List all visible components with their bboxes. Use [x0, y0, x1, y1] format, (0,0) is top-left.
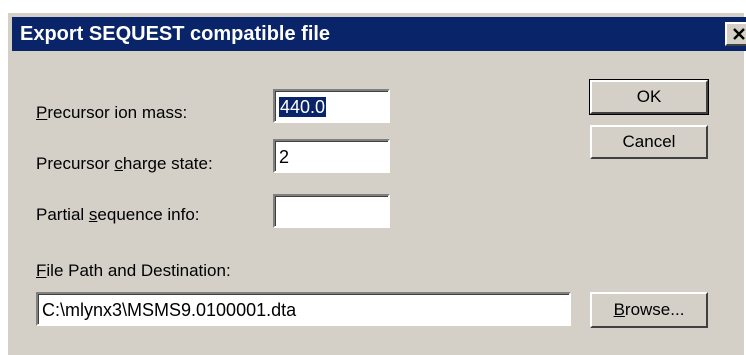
precursor-mass-value: 440.0 — [279, 97, 327, 117]
ok-button-label: OK — [636, 87, 662, 106]
precursor-mass-field[interactable]: 440.0 — [272, 88, 391, 124]
file-path-field[interactable]: C:\mlynx3\MSMS9.0100001.dta — [35, 291, 572, 327]
partial-sequence-field[interactable] — [272, 193, 391, 229]
title-bar[interactable]: Export SEQUEST compatible file — [12, 17, 746, 51]
partial-sequence-label: Partial sequence info: — [36, 205, 200, 224]
precursor-mass-label: Precursor ion mass: — [36, 103, 188, 122]
file-path-value: C:\mlynx3\MSMS9.0100001.dta — [42, 300, 297, 320]
browse-button-label: Browse... — [613, 300, 685, 319]
precursor-charge-value: 2 — [279, 147, 290, 167]
precursor-charge-field[interactable]: 2 — [272, 138, 391, 174]
export-dialog: Export SEQUEST compatible file Precursor… — [7, 12, 746, 355]
close-icon — [733, 28, 745, 40]
file-path-label: File Path and Destination: — [36, 261, 231, 280]
precursor-charge-label: Precursor charge state: — [36, 154, 213, 173]
dialog-title: Export SEQUEST compatible file — [20, 23, 331, 45]
close-button[interactable] — [725, 22, 746, 46]
cancel-button[interactable]: Cancel — [590, 125, 708, 159]
ok-button[interactable]: OK — [589, 79, 709, 115]
cancel-button-label: Cancel — [622, 132, 676, 151]
browse-button[interactable]: Browse... — [590, 292, 708, 328]
